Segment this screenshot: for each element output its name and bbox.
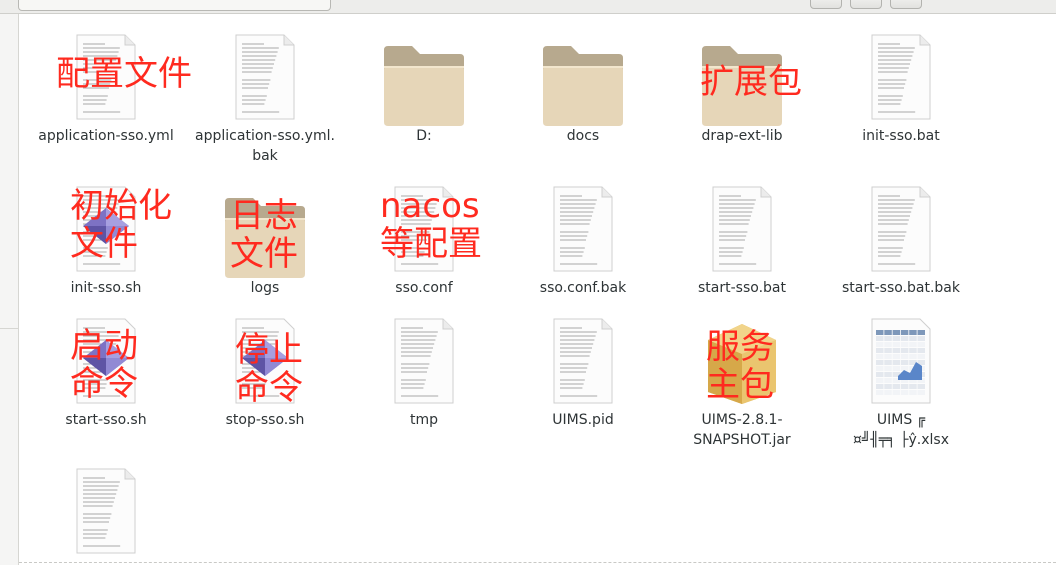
file-name-label: start-sso.bat [667,278,817,298]
annotation-text: 服务 主包 [706,328,774,404]
annotation-text: 日志 文件 [230,197,298,273]
file-name-line: drap-ext-lib [701,128,783,144]
spreadsheet-icon [870,318,932,408]
text-file-icon [552,186,614,276]
annotation-line: 服务 [706,327,774,367]
file-name-line: UIMS ╔ [876,412,926,428]
toolbar-button[interactable] [890,0,922,9]
file-name-line: sso.conf [395,280,453,296]
file-name-line: UIMS-2.8.1- [701,412,783,428]
file-name-label: drap-ext-lib [667,126,817,146]
file-name-label: logs [190,278,340,298]
file-name-line: init-sso.bat [862,128,940,144]
file-name-label: UIMS.pid [508,410,658,430]
annotation-line: 等配置 [380,224,482,264]
annotation-line: 命令 [70,364,138,404]
text-file-icon [870,186,932,276]
file-name-line: SNAPSHOT.jar [693,432,791,448]
file-name-line: sso.conf.bak [539,280,627,296]
sidebar-edge [0,14,19,565]
annotation-line: 初始化 [70,186,172,226]
text-file-icon [234,34,296,124]
annotation-text: 扩展包 [700,63,802,101]
file-name-label: init-sso.bat [826,126,976,146]
annotation-line: 停止 [235,330,303,370]
file-name-line: ¤╝╢╤╕ ├ŷ.xlsx [853,432,949,448]
annotation-line: 扩展包 [700,62,802,102]
file-name-label: UIMS ╔ ¤╝╢╤╕ ├ŷ.xlsx [826,410,976,450]
annotation-text: 停止 命令 [235,331,303,407]
file-name-label: D: [349,126,499,146]
file-name-line: application-sso.yml. [195,128,335,144]
file-name-line: logs [250,280,280,296]
toolbar-button[interactable] [850,0,882,9]
annotation-line: nacos [380,186,480,226]
folder-icon [541,44,625,130]
file-name-label: stop-sso.sh [190,410,340,430]
file-name-label: start-sso.sh [31,410,181,430]
text-file-icon [711,186,773,276]
toolbar-button[interactable] [810,0,842,9]
file-name-label: application-sso.yml [31,126,181,146]
file-name-line: docs [566,128,600,144]
file-name-label: tmp [349,410,499,430]
annotation-text: 配置文件 [56,55,192,93]
file-name-label: sso.conf [349,278,499,298]
file-name-line: init-sso.sh [70,280,142,296]
annotation-text: 初始化 文件 [70,187,172,263]
annotation-line: 日志 [230,196,298,236]
file-name-line: start-sso.sh [65,412,147,428]
file-name-line: start-sso.bat [698,280,786,296]
annotation-line: 命令 [235,368,303,408]
file-name-line: tmp [409,412,438,428]
file-name-label: docs [508,126,658,146]
annotation-line: 主包 [706,365,774,405]
folder-icon [382,44,466,130]
file-name-line: D: [416,128,432,144]
top-toolbar [0,0,1056,14]
annotation-text: nacos 等配置 [380,187,482,263]
file-name-label: sso.conf.bak [508,278,658,298]
file-name-label: start-sso.bat.bak [826,278,976,298]
annotation-text: 启动 命令 [70,327,138,403]
annotation-line: 文件 [230,234,298,274]
file-name-label: init-sso.sh [31,278,181,298]
file-name-line: UIMS.pid [552,412,614,428]
file-name-line: bak [252,148,278,164]
file-name-line: start-sso.bat.bak [842,280,960,296]
file-name-line: application-sso.yml [38,128,174,144]
text-file-icon [75,468,137,558]
annotation-line: 配置文件 [56,54,192,94]
annotation-line: 启动 [70,326,138,366]
text-file-icon [393,318,455,408]
file-name-label: application-sso.yml. bak [190,126,340,166]
annotation-line: 文件 [70,224,138,264]
text-file-icon [552,318,614,408]
location-bar[interactable] [18,0,331,11]
text-file-icon [870,34,932,124]
file-name-label: UIMS-2.8.1- SNAPSHOT.jar [667,410,817,450]
rubberband-edge [19,562,1056,563]
file-name-line: stop-sso.sh [225,412,305,428]
